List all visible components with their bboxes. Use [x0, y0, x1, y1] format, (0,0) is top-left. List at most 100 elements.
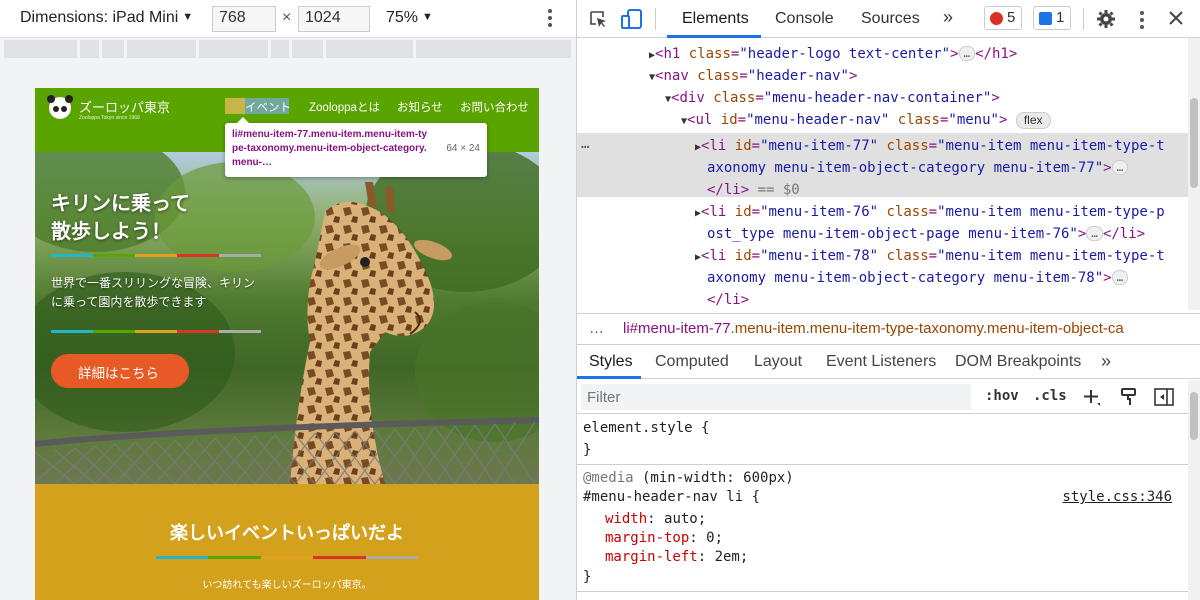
tree-node-li-78[interactable]: ▶<li id="menu-item-78" class="menu-item … [695, 245, 1165, 269]
tab-console[interactable]: Console [775, 10, 834, 28]
rule-close-brace: } [583, 442, 592, 458]
nav-item-events[interactable]: イベント [245, 99, 291, 115]
dimension-separator: × [282, 9, 292, 26]
ellipsis-pill[interactable]: … [1086, 226, 1103, 241]
events-stripe [156, 556, 419, 559]
media-query-bar[interactable] [4, 40, 571, 58]
device-label: Dimensions: iPad Mini [20, 9, 179, 26]
styles-filter-input[interactable] [581, 384, 971, 410]
ellipsis-pill[interactable]: … [1111, 270, 1129, 285]
style-prop-margin-left[interactable]: margin-left: 2em; [605, 547, 748, 567]
hero-text-line-2: に乗って園内を散歩できます [51, 295, 207, 309]
dom-tree[interactable]: ▶<h1 class="header-logo text-center">… </… [577, 38, 1188, 310]
element-style-rule[interactable]: element.style { [583, 418, 709, 438]
tree-node-li-78-cont: axonomy menu-item-object-category menu-i… [707, 267, 1129, 289]
more-tabs-icon[interactable]: » [943, 7, 953, 28]
customize-menu-icon[interactable] [1137, 8, 1147, 32]
tab-dom-breakpoints[interactable]: DOM Breakpoints [955, 353, 1081, 371]
sidebar-tabbar: Styles Computed Layout Event Listeners D… [577, 345, 1200, 379]
breadcrumb-tag: li#menu-item-77 [623, 320, 731, 337]
more-subtabs-icon[interactable]: » [1101, 351, 1111, 372]
nav-item-contact[interactable]: お問い合わせ [460, 99, 529, 115]
tree-node-ul[interactable]: ▼<ul id="menu-header-nav" class="menu"> … [681, 109, 1051, 133]
style-prop-width[interactable]: width: auto; [605, 509, 706, 529]
tooltip-selector: li#menu-item-77.menu-item.menu-item-type… [232, 129, 428, 168]
message-count-badge[interactable]: 1 [1033, 6, 1072, 30]
hover-state-toggle[interactable]: :hov [985, 388, 1019, 404]
tree-node-li-77-end: </li> == $0 [707, 182, 800, 198]
flex-badge[interactable]: flex [1015, 112, 1051, 129]
subtab-active-indicator [577, 376, 641, 379]
details-button[interactable]: 詳細はこちら [51, 354, 189, 388]
hero-stripe-bottom [51, 330, 261, 333]
dom-tree-scrollbar[interactable] [1188, 38, 1200, 310]
breadcrumb-overflow[interactable]: … [589, 320, 604, 337]
height-input[interactable]: 1024 [298, 6, 370, 32]
site-logo-subtitle: Zooloppa Tokyo since 1969 [79, 115, 140, 121]
more-options-icon[interactable] [542, 6, 558, 32]
ellipsis-pill[interactable]: … [1111, 160, 1129, 175]
message-icon [1039, 12, 1052, 25]
tab-styles[interactable]: Styles [589, 353, 633, 371]
media-query-line: @media (min-width: 600px) [583, 470, 794, 486]
events-section: 楽しいイベントいっぱいだよ いつ訪れても楽しいズーロッパ東京。 [35, 484, 539, 600]
tree-node-div[interactable]: ▼<div class="menu-header-nav-container"> [665, 87, 1000, 111]
device-toolbar-icon[interactable] [621, 8, 643, 30]
new-style-rule-icon[interactable] [1083, 389, 1101, 407]
breadcrumb-item[interactable]: li#menu-item-77.menu-item.menu-item-type… [623, 320, 1124, 337]
node-actions-ellipsis[interactable]: … [581, 133, 589, 155]
rule-divider [577, 591, 1188, 592]
events-text: いつ訪れても楽しいズーロッパ東京。 [202, 580, 372, 591]
element-breadcrumb: … li#menu-item-77.menu-item.menu-item-ty… [577, 313, 1200, 345]
close-icon[interactable] [1169, 11, 1183, 25]
inspect-highlight-padding [225, 98, 245, 114]
tab-event-listeners[interactable]: Event Listeners [826, 353, 936, 371]
styles-scrollbar[interactable] [1188, 380, 1200, 600]
class-toggle[interactable]: .cls [1033, 388, 1067, 404]
zoom-select[interactable]: 75% ▼ [386, 9, 433, 27]
tree-node-li-76-cont: ost_type menu-item-object-page menu-item… [707, 226, 1146, 242]
styles-toolbar: :hov .cls [577, 380, 1200, 414]
device-toolbar: Dimensions: iPad Mini ▼ 768 × 1024 75% ▼ [0, 0, 576, 38]
error-icon [990, 12, 1003, 25]
tab-elements[interactable]: Elements [682, 10, 749, 28]
rule-close-brace: } [583, 569, 592, 585]
settings-gear-icon[interactable] [1096, 9, 1116, 29]
stylesheet-source-link[interactable]: style.css:346 [1062, 487, 1172, 507]
site-logo-title[interactable]: ズーロッパ東京 [79, 97, 170, 116]
rule-selector[interactable]: #menu-header-nav li { [583, 487, 760, 507]
hero-title-line-1: キリンに乗って [51, 193, 190, 215]
selected-ref: == $0 [757, 182, 800, 198]
hero-text-line-1: 世界で一番スリリングな冒険、キリン [51, 276, 256, 290]
breadcrumb-classes: .menu-item.menu-item-type-taxonomy.menu-… [730, 320, 1124, 337]
error-count-badge[interactable]: 5 [984, 6, 1023, 30]
width-input[interactable]: 768 [212, 6, 276, 32]
emulated-viewport: ズーロッパ東京 Zooloppa Tokyo since 1969 イベント Z… [35, 88, 539, 600]
ellipsis-pill[interactable]: … [958, 46, 976, 61]
tree-node-li-76[interactable]: ▶<li id="menu-item-76" class="menu-item … [695, 201, 1165, 225]
style-prop-margin-top[interactable]: margin-top: 0; [605, 528, 723, 548]
panda-logo-icon[interactable] [47, 95, 73, 119]
devtools-tabbar: Elements Console Sources » 5 1 [577, 0, 1200, 38]
tree-node-li-77[interactable]: ▶<li id="menu-item-77" class="menu-item … [695, 135, 1165, 159]
device-select[interactable]: Dimensions: iPad Mini ▼ [20, 9, 193, 27]
toggle-sidebar-icon[interactable] [1154, 388, 1174, 406]
tab-layout[interactable]: Layout [754, 353, 802, 371]
tab-sources[interactable]: Sources [861, 10, 920, 28]
tab-computed[interactable]: Computed [655, 353, 729, 371]
inspect-element-icon[interactable] [589, 10, 607, 28]
nav-item-about[interactable]: Zoolоppaとは [309, 99, 380, 115]
events-title: 楽しいイベントいっぱいだよ [170, 523, 404, 543]
hero-title: キリンに乗って 散歩しよう！ [51, 190, 190, 246]
paint-roller-icon[interactable] [1120, 388, 1138, 406]
styles-pane[interactable]: element.style { } @media (min-width: 600… [577, 414, 1188, 600]
nav-item-news[interactable]: お知らせ [397, 99, 443, 115]
rule-divider [577, 464, 1188, 465]
tree-node-nav[interactable]: ▼<nav class="header-nav"> [649, 65, 857, 89]
tooltip-size: 64 × 24 [446, 143, 480, 154]
devtools-panel: Elements Console Sources » 5 1 ▶<h1 clas… [577, 0, 1200, 600]
inspect-tooltip: li#menu-item-77.menu-item.menu-item-type… [225, 117, 487, 177]
caret-down-icon: ▼ [422, 11, 433, 23]
tree-node-h1[interactable]: ▶<h1 class="header-logo text-center">… </… [649, 43, 1017, 67]
hero-title-line-2: 散歩しよう！ [51, 221, 171, 243]
